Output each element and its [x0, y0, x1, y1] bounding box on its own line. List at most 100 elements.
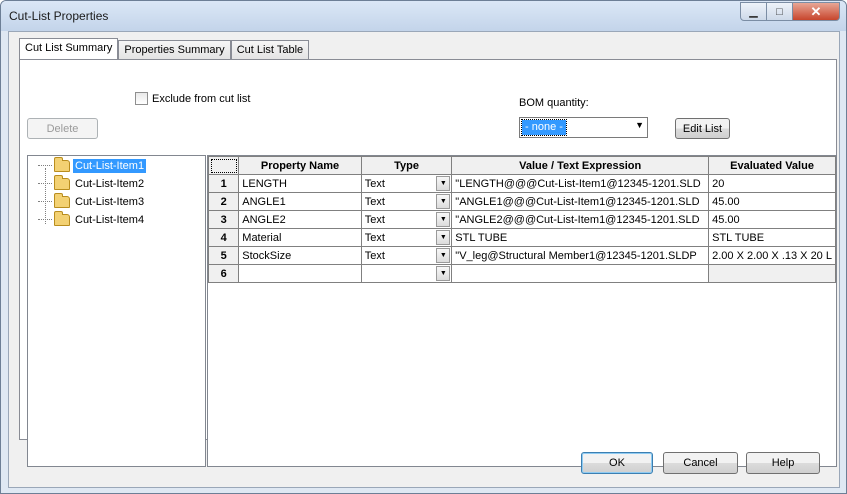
chevron-down-icon: ▼ [439, 252, 447, 259]
tree-item-label: Cut-List-Item2 [75, 177, 145, 190]
value-expression-cell[interactable] [451, 264, 710, 283]
cut-list-properties-dialog: Cut-List Properties ▁ □ ✕ Cut List Summa… [0, 0, 847, 494]
maximize-button[interactable]: □ [767, 2, 793, 21]
type-value: Text [364, 213, 385, 226]
row-number[interactable]: 4 [208, 228, 240, 247]
properties-table: Property Name Type Value / Text Expressi… [208, 156, 836, 283]
value-expression-cell[interactable]: "ANGLE1@@@Cut-List-Item1@12345-1201.SLD [451, 192, 710, 211]
dropdown-button[interactable]: ▼ [436, 212, 451, 227]
window-title: Cut-List Properties [9, 9, 109, 23]
row-number[interactable]: 3 [208, 210, 240, 229]
tree-item-cut-list-item2[interactable]: Cut-List-Item2 [38, 174, 146, 192]
bom-quantity-select[interactable]: - none - ▼ [519, 117, 648, 138]
exclude-from-cut-list[interactable]: Exclude from cut list [135, 92, 250, 105]
evaluated-value-cell: 45.00 [708, 210, 836, 229]
property-name-cell[interactable]: Material [238, 228, 362, 247]
tree-connector [38, 219, 52, 220]
row-number[interactable]: 1 [208, 174, 240, 193]
bom-quantity-label: BOM quantity: [519, 97, 589, 109]
tree-item-label: Cut-List-Item3 [75, 195, 145, 208]
tree-connector [38, 165, 52, 166]
type-cell[interactable]: Text ▼ [360, 228, 453, 247]
evaluated-value-cell [708, 264, 836, 283]
ok-button[interactable]: OK [581, 452, 653, 474]
type-cell[interactable]: Text ▼ [360, 174, 453, 193]
table-row: 3 ANGLE2 Text ▼ "ANGLE2@@@Cut-List-Item1@… [208, 210, 836, 229]
evaluated-value-cell: 45.00 [708, 192, 836, 211]
dropdown-button[interactable]: ▼ [436, 194, 451, 209]
tree-item-cut-list-item1[interactable]: Cut-List-Item1 [38, 156, 147, 174]
edit-list-button[interactable]: Edit List [675, 118, 730, 139]
title-bar: Cut-List Properties ▁ □ ✕ [1, 1, 846, 31]
folder-icon [54, 210, 70, 226]
column-header-evaluated-value[interactable]: Evaluated Value [708, 156, 836, 175]
dropdown-button[interactable]: ▼ [436, 248, 451, 263]
column-header-value[interactable]: Value / Text Expression [451, 156, 710, 175]
chevron-down-icon: ▼ [439, 180, 447, 187]
table-row: 6 ▼ [208, 264, 836, 283]
dialog-client-area: Cut List Summary Properties Summary Cut … [8, 31, 840, 488]
maximize-icon: □ [776, 5, 783, 18]
property-name-cell[interactable]: LENGTH [238, 174, 362, 193]
table-header-row: Property Name Type Value / Text Expressi… [208, 156, 836, 175]
row-number[interactable]: 6 [208, 264, 240, 283]
table-row: 2 ANGLE1 Text ▼ "ANGLE1@@@Cut-List-Item1@… [208, 192, 836, 211]
value-expression-cell[interactable]: "LENGTH@@@Cut-List-Item1@12345-1201.SLD [451, 174, 710, 193]
dropdown-button[interactable]: ▼ [436, 266, 451, 281]
grid-corner-cell[interactable] [208, 156, 240, 175]
tab-cut-list-table[interactable]: Cut List Table [230, 40, 310, 59]
exclude-checkbox[interactable] [135, 92, 148, 105]
property-name-cell[interactable]: ANGLE1 [238, 192, 362, 211]
cancel-button[interactable]: Cancel [663, 452, 738, 474]
property-name-cell[interactable]: StockSize [238, 246, 362, 265]
property-name-cell[interactable]: ANGLE2 [238, 210, 362, 229]
type-cell[interactable]: Text ▼ [360, 192, 453, 211]
chevron-down-icon: ▼ [635, 120, 644, 130]
folder-icon [54, 156, 70, 172]
delete-button[interactable]: Delete [27, 118, 98, 139]
window-controls: ▁ □ ✕ [740, 2, 840, 21]
tree-item-cut-list-item4[interactable]: Cut-List-Item4 [38, 210, 146, 228]
chevron-down-icon: ▼ [439, 198, 447, 205]
type-value: Text [364, 177, 385, 190]
cut-list-summary-panel: Delete Exclude from cut list BOM quantit… [19, 59, 837, 467]
value-expression-cell[interactable]: "V_leg@Structural Member1@12345-1201.SLD… [451, 246, 710, 265]
minimize-button[interactable]: ▁ [740, 2, 767, 21]
tree-item-label: Cut-List-Item1 [73, 158, 147, 173]
tree-item-label: Cut-List-Item4 [75, 213, 145, 226]
row-number[interactable]: 2 [208, 192, 240, 211]
properties-grid: Property Name Type Value / Text Expressi… [207, 155, 837, 467]
table-row: 5 StockSize Text ▼ "V_leg@Structural Memb… [208, 246, 836, 265]
row-number[interactable]: 5 [208, 246, 240, 265]
tab-cut-list-summary[interactable]: Cut List Summary [19, 38, 119, 59]
chevron-down-icon: ▼ [439, 270, 447, 277]
bom-quantity-value: - none - [521, 119, 567, 136]
close-button[interactable]: ✕ [793, 2, 840, 21]
evaluated-value-cell: 2.00 X 2.00 X .13 X 20 L [708, 246, 836, 265]
column-header-property-name[interactable]: Property Name [238, 156, 362, 175]
exclude-checkbox-label: Exclude from cut list [152, 92, 251, 105]
property-name-cell[interactable] [238, 264, 362, 283]
dropdown-button[interactable]: ▼ [436, 176, 451, 191]
tree-item-cut-list-item3[interactable]: Cut-List-Item3 [38, 192, 146, 210]
help-button[interactable]: Help [746, 452, 820, 474]
value-expression-cell[interactable]: "ANGLE2@@@Cut-List-Item1@12345-1201.SLD [451, 210, 710, 229]
close-icon: ✕ [810, 3, 822, 19]
evaluated-value-cell: STL TUBE [708, 228, 836, 247]
tab-properties-summary[interactable]: Properties Summary [118, 40, 231, 59]
type-cell[interactable]: ▼ [360, 264, 453, 283]
value-expression-cell[interactable]: STL TUBE [451, 228, 710, 247]
dropdown-button[interactable]: ▼ [436, 230, 451, 245]
type-value: Text [364, 249, 385, 262]
chevron-down-icon: ▼ [439, 234, 447, 241]
type-value: Text [364, 195, 385, 208]
chevron-down-icon: ▼ [439, 216, 447, 223]
type-cell[interactable]: Text ▼ [360, 246, 453, 265]
column-header-type[interactable]: Type [360, 156, 453, 175]
tree-connector [38, 201, 52, 202]
folder-icon [54, 192, 70, 208]
type-cell[interactable]: Text ▼ [360, 210, 453, 229]
table-row: 4 Material Text ▼ STL TUBE STL TUBE [208, 228, 836, 247]
tab-strip: Cut List Summary Properties Summary Cut … [19, 38, 310, 59]
table-row: 1 LENGTH Text ▼ "LENGTH@@@Cut-List-Item1@… [208, 174, 836, 193]
